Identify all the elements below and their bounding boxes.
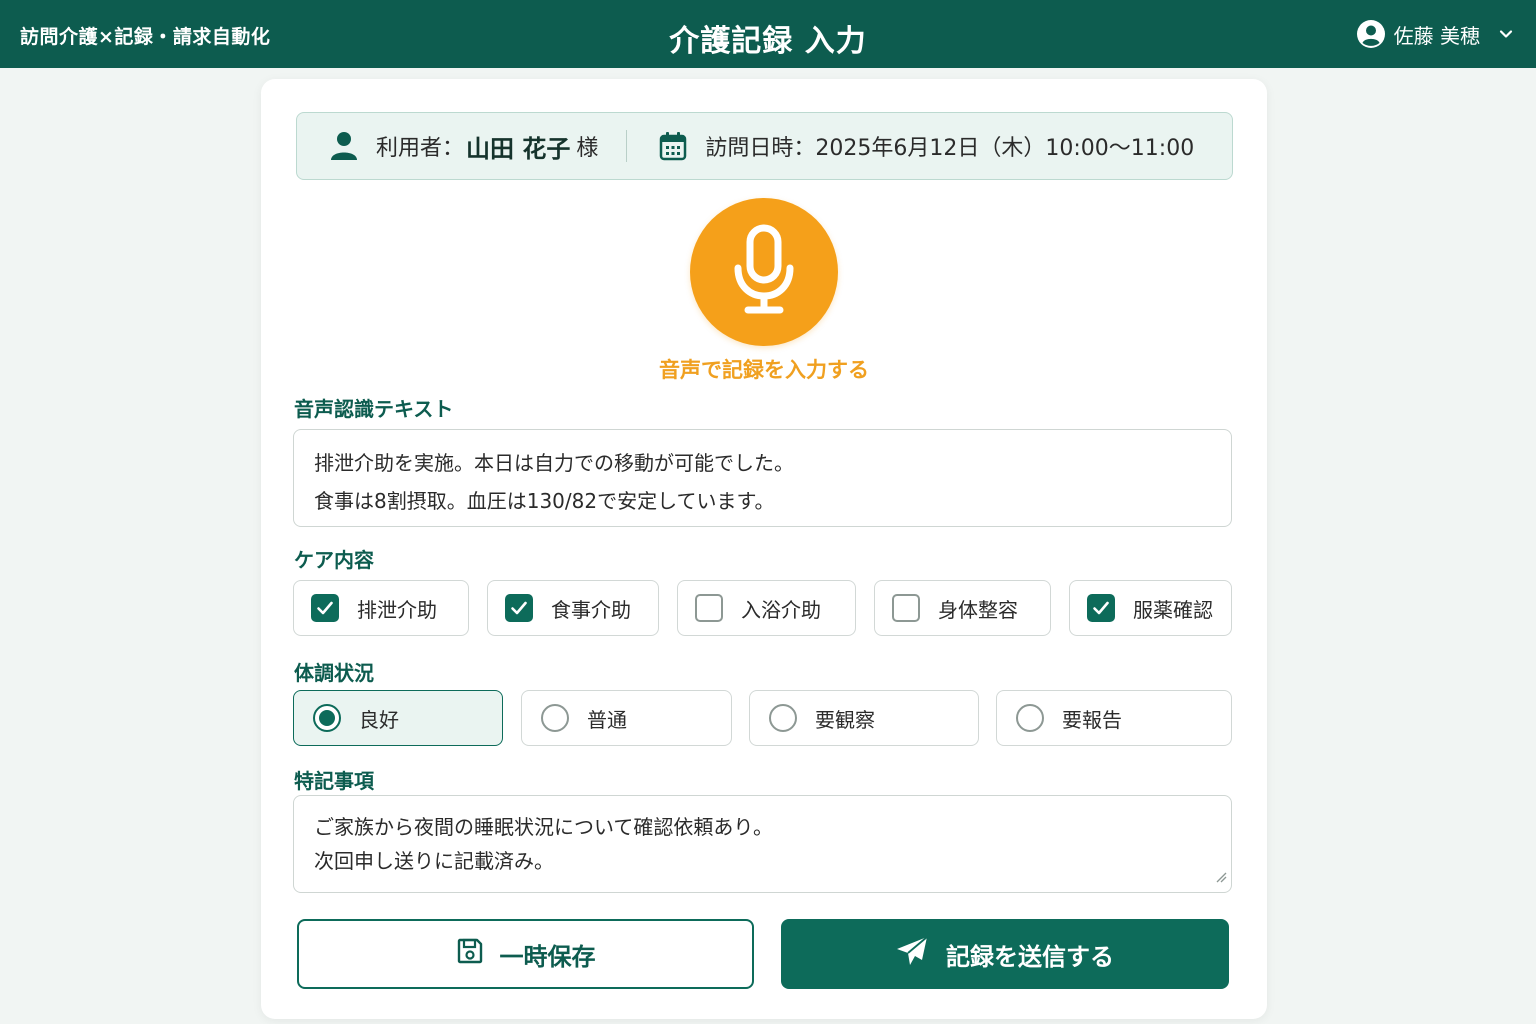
checkbox-checked-icon (1087, 594, 1115, 622)
submit-record-button[interactable]: 記録を送信する (781, 919, 1229, 989)
notes-textarea[interactable]: ご家族から夜間の睡眠状況について確認依頼あり。 次回申し送りに記載済み。 (293, 795, 1232, 893)
save-draft-label: 一時保存 (499, 942, 596, 971)
radio-unselected-icon (769, 704, 797, 732)
person-icon (330, 131, 358, 161)
care-checkbox-label: 身体整容 (938, 597, 1018, 622)
visit-datetime-label: 訪問日時： (705, 136, 816, 161)
visit-info-bar: 利用者： 山田 花子 様 訪問日時： 2025年6月12日（木）10:00〜11… (296, 112, 1233, 180)
voice-input-label[interactable]: 音声で記録を入力する (261, 354, 1267, 384)
radio-selected-icon (313, 704, 341, 732)
care-checkbox-label: 食事介助 (551, 597, 631, 622)
condition-radio-label: 要報告 (1062, 707, 1122, 732)
notes-line: 次回申し送りに記載済み。 (314, 849, 554, 873)
condition-radio-label: 普通 (587, 707, 627, 732)
radio-unselected-icon (541, 704, 569, 732)
transcript-line: 排泄介助を実施。本日は自力での移動が可能でした。 (314, 451, 794, 475)
visit-user: 利用者： 山田 花子 様 (330, 129, 598, 164)
user-name: 佐藤 美穂 (1393, 23, 1480, 48)
visit-user-honorific: 様 (576, 136, 599, 161)
user-menu[interactable]: 佐藤 美穂 (1356, 19, 1514, 49)
care-checkbox-medication[interactable]: 服薬確認 (1069, 580, 1232, 636)
care-checkbox-excretion[interactable]: 排泄介助 (293, 580, 469, 636)
condition-radio-normal[interactable]: 普通 (521, 690, 732, 746)
top-bar: 訪問介護×記録・請求自動化 介護記録 入力 佐藤 美穂 (0, 0, 1536, 68)
transcript-line: 食事は8割摂取。血圧は130/82で安定しています。 (314, 489, 775, 513)
care-checkbox-bathing[interactable]: 入浴介助 (677, 580, 856, 636)
transcript-label: 音声認識テキスト (294, 397, 454, 421)
condition-label: 体調状況 (294, 661, 374, 685)
condition-radio-observe[interactable]: 要観察 (749, 690, 979, 746)
checkbox-unchecked-icon (892, 594, 920, 622)
care-checkbox-label: 入浴介助 (741, 597, 821, 622)
care-checkbox-meal[interactable]: 食事介助 (487, 580, 659, 636)
condition-radio-good[interactable]: 良好 (293, 690, 503, 746)
submit-record-label: 記録を送信する (946, 942, 1114, 971)
paper-plane-icon (896, 936, 928, 972)
visit-user-name: 山田 花子 (466, 134, 571, 163)
notes-label: 特記事項 (294, 769, 374, 793)
visit-datetime: 訪問日時： 2025年6月12日（木）10:00〜11:00 (659, 130, 1194, 162)
notes-line: ご家族から夜間の睡眠状況について確認依頼あり。 (314, 815, 773, 839)
visit-user-label: 利用者： (376, 136, 465, 161)
condition-radio-label: 良好 (359, 707, 399, 732)
resize-handle-icon[interactable] (1215, 864, 1227, 888)
chevron-down-icon[interactable] (1498, 26, 1514, 42)
floppy-disk-icon (456, 937, 484, 971)
radio-unselected-icon (1016, 704, 1044, 732)
checkbox-checked-icon (505, 594, 533, 622)
condition-radio-report[interactable]: 要報告 (996, 690, 1232, 746)
page-title: 介護記録 入力 (669, 24, 867, 59)
record-form-card: 利用者： 山田 花子 様 訪問日時： 2025年6月12日（木）10:00〜11… (261, 79, 1267, 1019)
condition-radio-label: 要観察 (815, 707, 875, 732)
care-checkbox-grooming[interactable]: 身体整容 (874, 580, 1051, 636)
user-circle-icon (1356, 19, 1386, 49)
checkbox-unchecked-icon (695, 594, 723, 622)
info-divider (626, 130, 628, 162)
transcript-textarea[interactable]: 排泄介助を実施。本日は自力での移動が可能でした。 食事は8割摂取。血圧は130/… (293, 429, 1232, 527)
voice-input-button[interactable] (690, 198, 838, 346)
care-content-label: ケア内容 (294, 548, 374, 572)
microphone-icon (732, 224, 796, 320)
save-draft-button[interactable]: 一時保存 (297, 919, 754, 989)
calendar-icon (659, 131, 687, 161)
care-checkbox-label: 排泄介助 (357, 597, 437, 622)
care-checkbox-label: 服薬確認 (1133, 597, 1213, 622)
visit-datetime-value: 2025年6月12日（木）10:00〜11:00 (815, 136, 1195, 161)
checkbox-checked-icon (311, 594, 339, 622)
